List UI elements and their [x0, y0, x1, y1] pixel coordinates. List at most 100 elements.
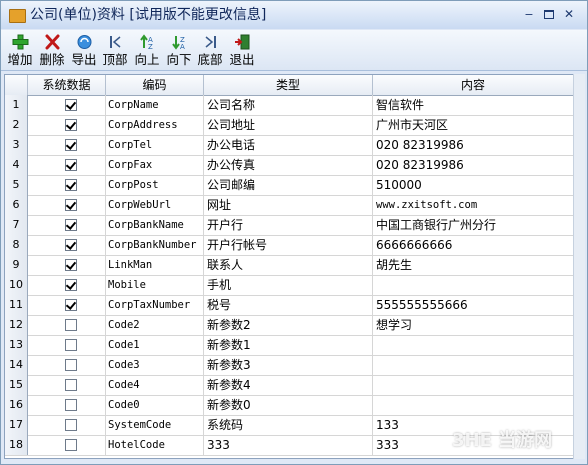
vertical-scrollbar[interactable]	[573, 74, 585, 459]
minimize-icon[interactable]: −	[523, 9, 535, 20]
content-cell[interactable]: 胡先生	[373, 255, 573, 275]
delete-button[interactable]: 删除	[39, 32, 65, 70]
type-cell[interactable]: 新参数0	[204, 395, 373, 415]
content-cell[interactable]: 广州市天河区	[373, 115, 573, 135]
content-cell[interactable]	[373, 335, 573, 355]
table-row[interactable]: 7 CorpBankName 开户行 中国工商银行广州分行	[5, 215, 573, 236]
system-data-checkbox[interactable]	[65, 179, 77, 191]
type-cell[interactable]: 税号	[204, 295, 373, 315]
exit-button[interactable]: 退出	[229, 32, 255, 70]
column-header-code[interactable]: 编码	[106, 75, 204, 95]
type-cell[interactable]: 新参数2	[204, 315, 373, 335]
content-cell[interactable]: www.zxitsoft.com	[373, 195, 573, 215]
table-row[interactable]: 14 Code3 新参数3	[5, 355, 573, 376]
bottom-button[interactable]: 底部	[197, 32, 223, 70]
content-cell[interactable]	[373, 355, 573, 375]
system-data-checkbox[interactable]	[65, 199, 77, 211]
code-cell[interactable]: Code3	[106, 355, 204, 375]
system-data-checkbox[interactable]	[65, 119, 77, 131]
code-cell[interactable]: CorpWebUrl	[106, 195, 204, 215]
type-cell[interactable]: 系统码	[204, 415, 373, 435]
table-row[interactable]: 10 Mobile 手机	[5, 275, 573, 296]
content-cell[interactable]	[373, 275, 573, 295]
code-cell[interactable]: Code1	[106, 335, 204, 355]
type-cell[interactable]: 手机	[204, 275, 373, 295]
content-cell[interactable]: 020 82319986	[373, 155, 573, 175]
table-row[interactable]: 2 CorpAddress 公司地址 广州市天河区	[5, 115, 573, 136]
column-header-type[interactable]: 类型	[204, 75, 373, 95]
system-data-checkbox[interactable]	[65, 159, 77, 171]
table-row[interactable]: 3 CorpTel 办公电话 020 82319986	[5, 135, 573, 156]
content-cell[interactable]: 中国工商银行广州分行	[373, 215, 573, 235]
type-cell[interactable]: 联系人	[204, 255, 373, 275]
maximize-icon[interactable]	[543, 9, 555, 20]
content-cell[interactable]	[373, 395, 573, 415]
system-data-checkbox[interactable]	[65, 399, 77, 411]
type-cell[interactable]: 网址	[204, 195, 373, 215]
code-cell[interactable]: SystemCode	[106, 415, 204, 435]
type-cell[interactable]: 办公传真	[204, 155, 373, 175]
system-data-checkbox[interactable]	[65, 139, 77, 151]
content-cell[interactable]: 020 82319986	[373, 135, 573, 155]
code-cell[interactable]: Code4	[106, 375, 204, 395]
content-cell[interactable]: 想学习	[373, 315, 573, 335]
table-row[interactable]: 1 CorpName 公司名称 智信软件	[5, 95, 573, 116]
table-row[interactable]: 5 CorpPost 公司邮编 510000	[5, 175, 573, 196]
content-cell[interactable]: 510000	[373, 175, 573, 195]
system-data-checkbox[interactable]	[65, 319, 77, 331]
table-row[interactable]: 15 Code4 新参数4	[5, 375, 573, 396]
table-row[interactable]: 6 CorpWebUrl 网址 www.zxitsoft.com	[5, 195, 573, 216]
system-data-checkbox[interactable]	[65, 379, 77, 391]
content-cell[interactable]: 555555555666	[373, 295, 573, 315]
down-button[interactable]: ZA 向下	[166, 32, 192, 70]
table-row[interactable]: 4 CorpFax 办公传真 020 82319986	[5, 155, 573, 176]
code-cell[interactable]: CorpBankNumber	[106, 235, 204, 255]
close-icon[interactable]: ✕	[563, 8, 575, 20]
type-cell[interactable]: 新参数1	[204, 335, 373, 355]
table-row[interactable]: 9 LinkMan 联系人 胡先生	[5, 255, 573, 276]
table-row[interactable]: 16 Code0 新参数0	[5, 395, 573, 416]
content-cell[interactable]: 6666666666	[373, 235, 573, 255]
type-cell[interactable]: 公司名称	[204, 95, 373, 115]
type-cell[interactable]: 开户行帐号	[204, 235, 373, 255]
type-cell[interactable]: 公司邮编	[204, 175, 373, 195]
system-data-checkbox[interactable]	[65, 339, 77, 351]
system-data-checkbox[interactable]	[65, 419, 77, 431]
code-cell[interactable]: CorpBankName	[106, 215, 204, 235]
content-cell[interactable]	[373, 375, 573, 395]
table-row[interactable]: 13 Code1 新参数1	[5, 335, 573, 356]
system-data-checkbox[interactable]	[65, 359, 77, 371]
add-button[interactable]: 增加	[7, 32, 33, 70]
table-row[interactable]: 8 CorpBankNumber 开户行帐号 6666666666	[5, 235, 573, 256]
code-cell[interactable]: Code2	[106, 315, 204, 335]
column-header-content[interactable]: 内容	[373, 75, 573, 95]
system-data-checkbox[interactable]	[65, 219, 77, 231]
type-cell[interactable]: 333	[204, 435, 373, 455]
type-cell[interactable]: 开户行	[204, 215, 373, 235]
code-cell[interactable]: LinkMan	[106, 255, 204, 275]
top-button[interactable]: 顶部	[102, 32, 128, 70]
table-row[interactable]: 12 Code2 新参数2 想学习	[5, 315, 573, 336]
column-header-system-data[interactable]: 系统数据	[28, 75, 106, 95]
system-data-checkbox[interactable]	[65, 99, 77, 111]
code-cell[interactable]: Mobile	[106, 275, 204, 295]
type-cell[interactable]: 新参数3	[204, 355, 373, 375]
code-cell[interactable]: CorpTel	[106, 135, 204, 155]
code-cell[interactable]: CorpPost	[106, 175, 204, 195]
content-cell[interactable]: 智信软件	[373, 95, 573, 115]
code-cell[interactable]: Code0	[106, 395, 204, 415]
code-cell[interactable]: CorpName	[106, 95, 204, 115]
code-cell[interactable]: HotelCode	[106, 435, 204, 455]
type-cell[interactable]: 办公电话	[204, 135, 373, 155]
data-grid[interactable]: 系统数据 编码 类型 内容 1 CorpName 公司名称 智信软件 2 CorpAddr…	[4, 74, 574, 459]
table-row[interactable]: 11 CorpTaxNumber 税号 555555555666	[5, 295, 573, 316]
type-cell[interactable]: 新参数4	[204, 375, 373, 395]
system-data-checkbox[interactable]	[65, 299, 77, 311]
code-cell[interactable]: CorpTaxNumber	[106, 295, 204, 315]
system-data-checkbox[interactable]	[65, 279, 77, 291]
code-cell[interactable]: CorpAddress	[106, 115, 204, 135]
type-cell[interactable]: 公司地址	[204, 115, 373, 135]
code-cell[interactable]: CorpFax	[106, 155, 204, 175]
export-button[interactable]: 导出	[71, 32, 97, 70]
system-data-checkbox[interactable]	[65, 439, 77, 451]
